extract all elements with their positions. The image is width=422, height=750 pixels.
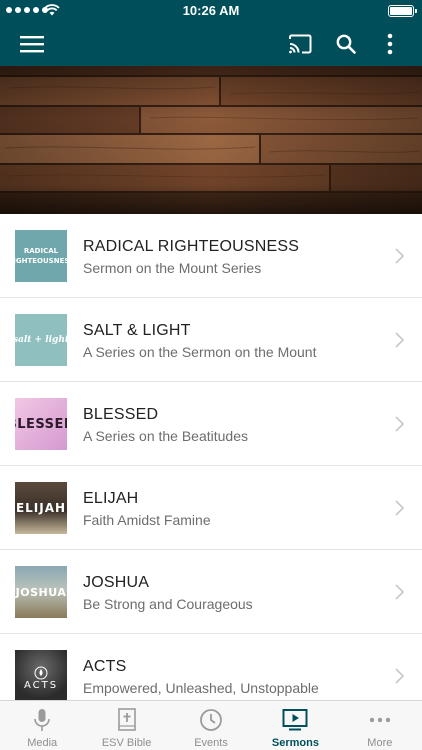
tab-sermons[interactable]: Sermons xyxy=(253,701,337,750)
chevron-right-icon xyxy=(395,668,404,684)
sermon-thumbnail: ACTS xyxy=(15,650,67,700)
menu-button[interactable] xyxy=(14,22,50,66)
sermon-item-radical-righteousness[interactable]: RADICAL RIGHTEOUSNESS RADICAL RIGHTEOUSN… xyxy=(0,214,422,298)
play-screen-icon xyxy=(282,709,308,731)
app-toolbar xyxy=(0,22,422,66)
sermon-item-salt-and-light[interactable]: salt + light SALT & LIGHT A Series on th… xyxy=(0,298,422,382)
sermon-thumbnail: JOSHUA xyxy=(15,566,67,618)
clock-icon xyxy=(200,709,222,731)
sermon-subtitle: Faith Amidst Famine xyxy=(83,512,211,528)
sermon-subtitle: Be Strong and Courageous xyxy=(83,596,253,612)
sermon-subtitle: Empowered, Unleashed, Unstoppable xyxy=(83,680,319,696)
tab-events[interactable]: Events xyxy=(169,701,253,750)
more-options-button[interactable] xyxy=(372,22,408,66)
sermon-item-elijah[interactable]: ELIJAH ELIJAH Faith Amidst Famine xyxy=(0,466,422,550)
sermon-title: ACTS xyxy=(83,658,127,675)
search-button[interactable] xyxy=(328,22,364,66)
sermon-title: SALT & LIGHT xyxy=(83,322,191,339)
sermon-title: ELIJAH xyxy=(83,490,139,507)
sermon-subtitle: A Series on the Beatitudes xyxy=(83,428,248,444)
sermon-subtitle: Sermon on the Mount Series xyxy=(83,260,262,276)
bible-icon xyxy=(117,708,136,731)
microphone-icon xyxy=(34,709,51,731)
search-icon xyxy=(336,34,356,54)
tab-media[interactable]: Media xyxy=(0,701,84,750)
tab-more[interactable]: More xyxy=(338,701,422,750)
status-time: 10:26 AM xyxy=(182,3,240,18)
chevron-right-icon xyxy=(395,500,404,516)
cast-icon xyxy=(289,34,312,54)
sermon-title: BLESSED xyxy=(83,406,159,423)
sermon-thumbnail: ELIJAH xyxy=(15,482,67,534)
chevron-right-icon xyxy=(395,584,404,600)
sermon-list: RADICAL RIGHTEOUSNESS RADICAL RIGHTEOUSN… xyxy=(0,214,422,700)
more-vertical-icon xyxy=(387,33,393,55)
sermon-item-acts[interactable]: ACTS ACTS Empowered, Unleashed, Unstoppa… xyxy=(0,634,422,700)
sermon-title: RADICAL RIGHTEOUSNESS xyxy=(83,238,300,255)
sermon-thumbnail: BLESSED xyxy=(15,398,67,450)
chevron-right-icon xyxy=(395,332,404,348)
sermon-title: JOSHUA xyxy=(83,574,150,591)
bottom-tab-bar: Media ESV Bible Events Sermons More xyxy=(0,700,422,750)
hamburger-icon xyxy=(20,36,44,53)
more-horizontal-icon xyxy=(369,717,391,723)
flame-icon xyxy=(34,666,48,679)
cast-button[interactable] xyxy=(282,22,318,66)
sermon-thumbnail: RADICAL RIGHTEOUSNESS xyxy=(15,230,67,282)
header-banner-image xyxy=(0,66,422,214)
chevron-right-icon xyxy=(395,248,404,264)
chevron-right-icon xyxy=(395,416,404,432)
tab-esv-bible[interactable]: ESV Bible xyxy=(84,701,168,750)
sermon-subtitle: A Series on the Sermon on the Mount xyxy=(83,344,317,360)
sermon-thumbnail: salt + light xyxy=(15,314,67,366)
sermon-item-joshua[interactable]: JOSHUA JOSHUA Be Strong and Courageous xyxy=(0,550,422,634)
battery-icon xyxy=(388,5,417,17)
status-bar: 10:26 AM xyxy=(0,0,422,22)
sermon-item-blessed[interactable]: BLESSED BLESSED A Series on the Beatitud… xyxy=(0,382,422,466)
